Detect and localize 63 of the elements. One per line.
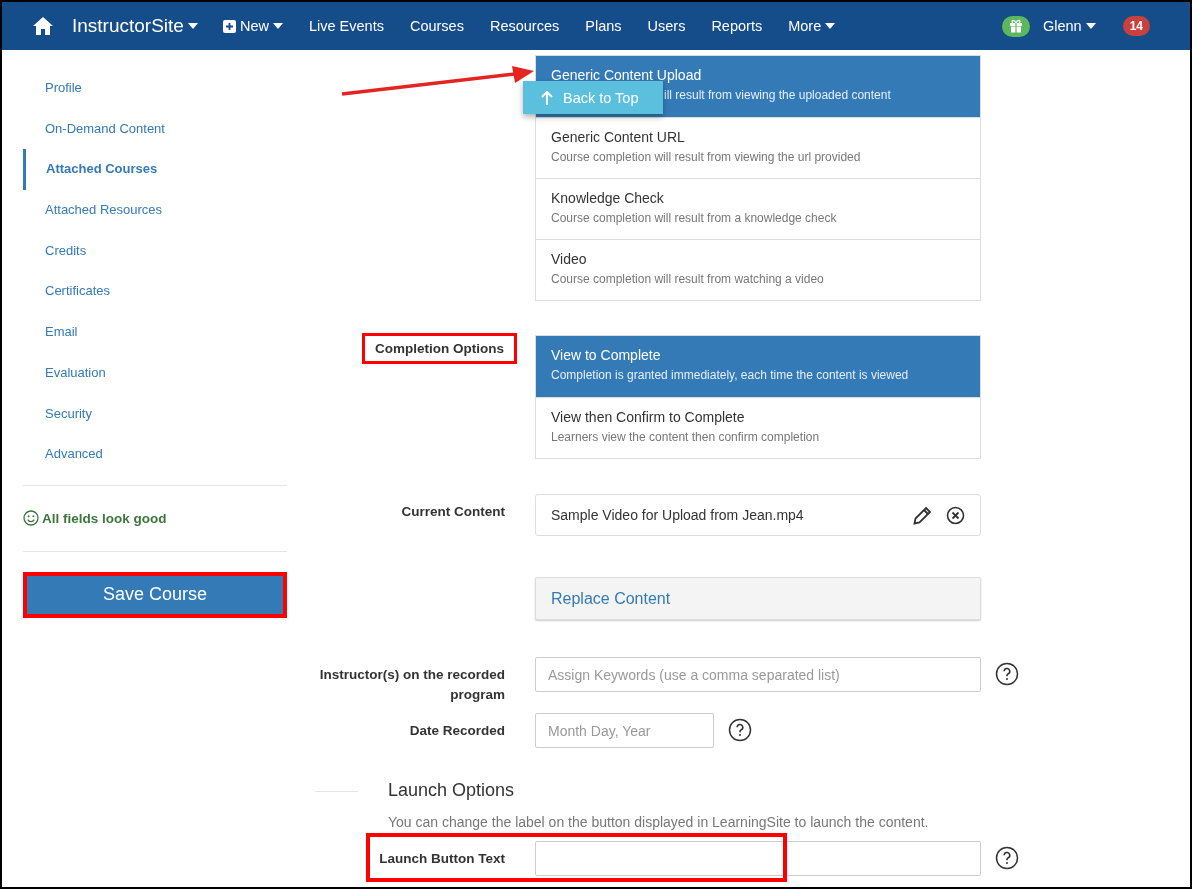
nav-link[interactable]: Plans	[572, 18, 635, 34]
sidebar-item[interactable]: Attached Resources	[23, 190, 287, 231]
nav-link[interactable]: Users	[634, 18, 699, 34]
caret-icon	[1085, 23, 1096, 29]
launch-button-text-field[interactable]	[535, 841, 981, 876]
home-icon[interactable]	[32, 16, 54, 36]
user-menu[interactable]: Glenn	[1029, 18, 1109, 34]
save-button[interactable]: Save Course	[27, 575, 283, 614]
option-title: View then Confirm to Complete	[551, 409, 746, 425]
option-description: Course completion will result from viewing the url provided	[551, 150, 861, 164]
date-field[interactable]: Month Day, Year	[535, 713, 714, 748]
field-label: Current Content	[400, 503, 505, 521]
option-description: Course completion will result from a knowledge check	[551, 211, 837, 225]
nav-link[interactable]: New	[209, 18, 296, 34]
remove-icon[interactable]	[946, 505, 965, 525]
nav-link[interactable]: Reports	[698, 18, 776, 34]
validation-status: All fields look good	[42, 510, 167, 526]
option-description: ill result from viewing the uploaded content	[664, 88, 891, 102]
sidebar-item[interactable]: On-Demand Content	[23, 108, 287, 150]
field-label: Completion Options	[362, 333, 517, 364]
section-description: You can change the label on the button displayed in LearningSite to launch the content.	[388, 814, 930, 830]
help-icon[interactable]	[728, 718, 752, 742]
sidebar-item[interactable]: Profile	[23, 68, 287, 109]
plus-icon	[222, 19, 236, 33]
brand-menu[interactable]: InstructorSite	[54, 15, 210, 37]
file-name: Sample Video for Upload from Jean.mp4	[551, 507, 805, 523]
up-arrow-icon	[541, 90, 553, 105]
option-title: Generic Content URL	[551, 129, 686, 145]
sidebar-item[interactable]: Credits	[23, 230, 287, 272]
option-description: Completion is granted immediately, each time the content is viewed	[551, 368, 909, 382]
caret-icon	[187, 23, 198, 29]
option-title: Video	[551, 251, 588, 267]
sidebar-item[interactable]: Attached Courses	[23, 149, 287, 191]
option-item[interactable]: View to Complete Completion is granted immediately, each time the content is viewed	[536, 336, 980, 397]
nav-link[interactable]: Courses	[396, 18, 477, 34]
field-label: Instructor(s) on the recorded program	[318, 666, 505, 704]
field-label: Date Recorded	[408, 722, 505, 740]
gift-icon	[1008, 19, 1023, 33]
caret-icon	[272, 23, 283, 29]
pencil-icon[interactable]	[913, 505, 932, 525]
sidebar-item[interactable]: Email	[23, 312, 287, 353]
keywords-field[interactable]: Assign Keywords (use a comma separated list)	[535, 657, 981, 692]
field-label: Launch Button Text	[378, 850, 505, 868]
nav-link[interactable]: Resources	[476, 18, 573, 34]
sidebar-item[interactable]: Advanced	[23, 434, 287, 475]
option-description: Course completion will result from watching a video	[551, 272, 824, 286]
smiley-icon	[23, 510, 39, 527]
replace-content-button[interactable]: Replace Content	[535, 577, 981, 620]
sidebar-item[interactable]: Certificates	[23, 271, 287, 313]
nav-link[interactable]: Live Events	[295, 18, 397, 34]
sidebar-item[interactable]: Evaluation	[23, 352, 287, 394]
option-description: Learners view the content then confirm completion	[551, 430, 820, 444]
option-title: Generic Content Upload	[551, 67, 703, 83]
notification-count[interactable]: 14	[1122, 16, 1150, 36]
nav-link[interactable]: More	[775, 18, 849, 34]
caret-icon	[825, 23, 836, 29]
help-icon[interactable]	[995, 662, 1019, 686]
option-title: View to Complete	[551, 347, 662, 363]
option-title: Knowledge Check	[551, 190, 665, 206]
section-heading: Launch Options	[388, 780, 516, 801]
help-icon[interactable]	[995, 846, 1019, 870]
gift-button[interactable]	[1001, 15, 1030, 37]
sidebar-item[interactable]: Security	[23, 393, 287, 435]
